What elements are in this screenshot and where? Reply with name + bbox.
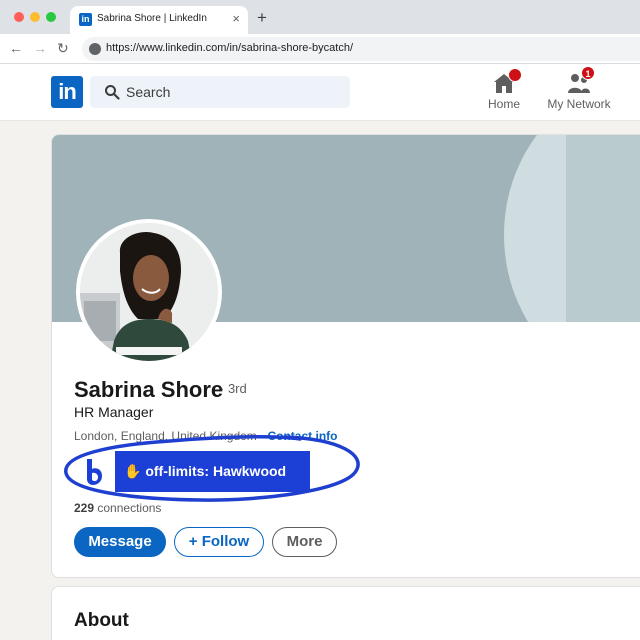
network-badge: 1 (581, 66, 595, 80)
profile-name: Sabrina Shore (74, 377, 224, 402)
location-text: London, England, United Kingdom · (74, 429, 265, 443)
search-icon (105, 85, 120, 100)
search-placeholder: Search (126, 84, 171, 100)
nav-home-label: Home (487, 97, 520, 111)
connections-count[interactable]: 229 connections (74, 501, 161, 515)
url-text: https://www.linkedin.com/in/sabrina-shor… (106, 42, 353, 54)
about-heading: About (74, 610, 129, 631)
tab-title: Sabrina Shore | LinkedIn (97, 13, 207, 24)
browser-address-bar: ← → ↻ https://www.linkedin.com/in/sabrin… (0, 34, 640, 64)
reload-icon[interactable]: ↻ (57, 40, 69, 57)
people-icon: 1 (567, 66, 595, 94)
window-minimize-dot[interactable] (30, 12, 40, 22)
window-maximize-dot[interactable] (46, 12, 56, 22)
profile-location: London, England, United Kingdom · Contac… (74, 429, 337, 443)
profile-headline: HR Manager (74, 404, 154, 420)
new-tab-button[interactable]: + (257, 8, 267, 28)
linkedin-favicon-icon: in (79, 13, 92, 26)
about-card: About (51, 586, 640, 640)
extension-b-logo-icon[interactable] (84, 459, 104, 485)
tab-close-icon[interactable]: × (232, 11, 240, 26)
banner-shape (566, 135, 640, 322)
message-button[interactable]: Message (74, 527, 166, 557)
browser-tab[interactable]: in Sabrina Shore | LinkedIn × (70, 6, 248, 34)
contact-info-link[interactable]: Contact info (267, 429, 337, 443)
nav-network-label: My Network (547, 97, 611, 111)
nav-home[interactable]: Home (484, 68, 524, 111)
profile-avatar[interactable] (76, 219, 222, 365)
search-input[interactable]: Search (90, 76, 350, 108)
forward-arrow-icon[interactable]: → (33, 40, 47, 56)
follow-button[interactable]: + Follow (174, 527, 264, 557)
linkedin-header: in Search Home 1 My Network (0, 64, 640, 121)
browser-tab-bar: in Sabrina Shore | LinkedIn × + (0, 0, 640, 34)
linkedin-logo-icon[interactable]: in (51, 76, 83, 108)
connection-degree: · 3rd (220, 381, 247, 396)
nav-my-network[interactable]: 1 My Network (543, 66, 615, 111)
home-icon (492, 68, 522, 94)
site-info-icon[interactable] (89, 43, 101, 55)
off-limits-tag[interactable]: ✋ off-limits: Hawkwood (115, 451, 310, 492)
connections-number: 229 (74, 501, 95, 515)
more-button[interactable]: More (272, 527, 337, 557)
back-arrow-icon[interactable]: ← (9, 40, 23, 56)
notification-dot (508, 68, 522, 82)
profile-card: Sabrina Shore · 3rd HR Manager London, E… (51, 134, 640, 578)
url-field[interactable]: https://www.linkedin.com/in/sabrina-shor… (82, 37, 640, 61)
connections-label: connections (97, 501, 162, 515)
window-close-dot[interactable] (14, 12, 24, 22)
